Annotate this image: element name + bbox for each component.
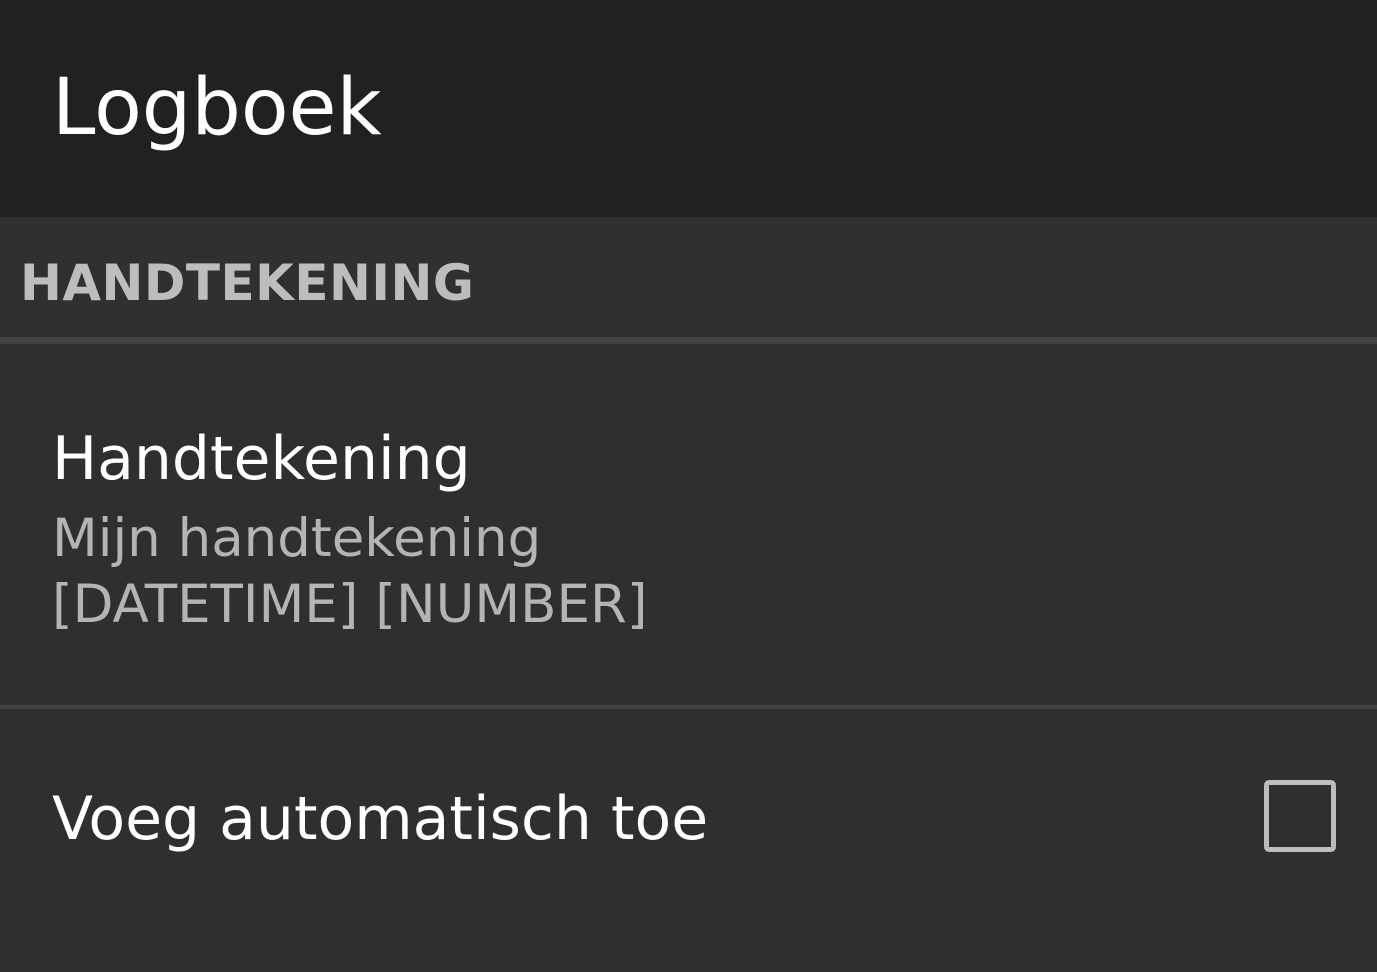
signature-title: Handtekening: [52, 424, 471, 494]
app-bar: Logboek: [0, 0, 1377, 217]
checkbox-unchecked-icon[interactable]: [1264, 780, 1336, 852]
signature-preference[interactable]: Handtekening Mijn handtekening [DATETIME…: [0, 344, 1377, 705]
page-title: Logboek: [52, 63, 382, 153]
section-divider: [0, 337, 1377, 344]
section-title: HANDTEKENING: [20, 254, 475, 312]
signature-summary-line-2: [DATETIME] [NUMBER]: [52, 574, 648, 635]
signature-summary-line-1: Mijn handtekening: [52, 508, 542, 569]
auto-add-title: Voeg automatisch toe: [52, 784, 709, 854]
auto-add-preference[interactable]: Voeg automatisch toe: [0, 709, 1377, 972]
